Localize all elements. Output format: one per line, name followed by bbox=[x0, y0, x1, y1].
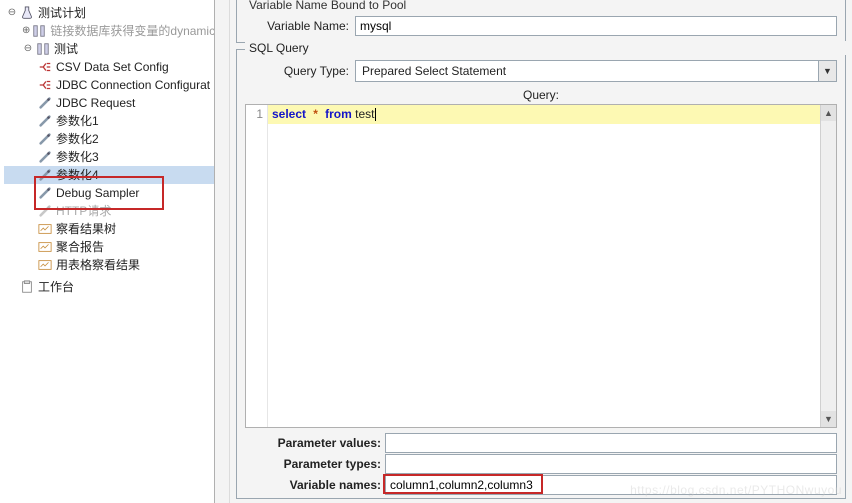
tree-item[interactable]: Debug Sampler bbox=[4, 184, 214, 202]
tree-item[interactable]: JDBC Request bbox=[4, 94, 214, 112]
pool-legend: Variable Name Bound to Pool bbox=[245, 0, 410, 12]
clipboard-icon bbox=[20, 280, 34, 294]
scroll-track[interactable] bbox=[821, 121, 836, 411]
sampler-icon bbox=[38, 150, 52, 164]
tree-item-label: 测试 bbox=[54, 40, 78, 58]
tree-item-selected[interactable]: 参数化4 bbox=[4, 166, 214, 184]
sql-query-fieldset: SQL Query Query Type: Prepared Select St… bbox=[236, 49, 846, 499]
tree-root[interactable]: ⊖ 测试计划 bbox=[4, 4, 214, 22]
chevron-down-icon[interactable]: ▼ bbox=[818, 61, 836, 81]
tree-root-label: 测试计划 bbox=[38, 4, 86, 22]
sampler-icon bbox=[38, 96, 52, 110]
tree-item-label: 参数化4 bbox=[56, 166, 99, 184]
query-type-value: Prepared Select Statement bbox=[356, 64, 818, 78]
tree-workbench-label: 工作台 bbox=[38, 278, 74, 296]
app-root: ⊖ 测试计划 ⊕ 链接数据库获得变量的dynamic ⊖ 测试 CSV Data… bbox=[0, 0, 852, 503]
sql-editor[interactable]: 1 select * from test ▲ ▼ bbox=[245, 104, 837, 428]
tree-item-label: 参数化1 bbox=[56, 112, 99, 130]
listener-icon bbox=[38, 222, 52, 236]
sampler-icon bbox=[38, 132, 52, 146]
var-names-input[interactable] bbox=[385, 475, 837, 495]
code-op-star: * bbox=[313, 107, 318, 121]
bottom-fields: Parameter values: Parameter types: Varia… bbox=[237, 428, 845, 498]
tree-item[interactable]: JDBC Connection Configurat bbox=[4, 76, 214, 94]
tree-item-disabled[interactable]: HTTP请求 bbox=[4, 202, 214, 220]
code-text: test bbox=[352, 107, 375, 121]
tree-item-label: 参数化2 bbox=[56, 130, 99, 148]
listener-icon bbox=[38, 258, 52, 272]
tree-item[interactable]: 察看结果树 bbox=[4, 220, 214, 238]
tree-item[interactable]: 用表格察看结果 bbox=[4, 256, 214, 274]
right-body: Variable Name Bound to Pool Variable Nam… bbox=[230, 0, 852, 503]
scroll-up-icon[interactable]: ▲ bbox=[821, 105, 836, 121]
sql-legend: SQL Query bbox=[245, 41, 852, 55]
sampler-icon bbox=[38, 114, 52, 128]
tree-item-label: JDBC Request bbox=[56, 94, 135, 112]
threads-icon bbox=[36, 42, 50, 56]
gutter-line-1: 1 bbox=[246, 107, 263, 121]
listener-icon bbox=[38, 240, 52, 254]
toggle-icon[interactable]: ⊖ bbox=[6, 4, 18, 22]
tree-item-label: 用表格察看结果 bbox=[56, 256, 140, 274]
right-panel: Variable Name Bound to Pool Variable Nam… bbox=[229, 0, 852, 503]
tree-wrap: ⊖ 测试计划 ⊕ 链接数据库获得变量的dynamic ⊖ 测试 CSV Data… bbox=[4, 4, 214, 296]
vertical-scrollbar[interactable] bbox=[215, 0, 229, 503]
param-types-label: Parameter types: bbox=[245, 457, 385, 471]
tree-item[interactable]: CSV Data Set Config bbox=[4, 58, 214, 76]
config-icon bbox=[38, 60, 52, 74]
scroll-down-icon[interactable]: ▼ bbox=[821, 411, 836, 427]
pool-name-input[interactable] bbox=[355, 16, 837, 36]
right-main: Variable Name Bound to Pool Variable Nam… bbox=[230, 0, 852, 503]
tree-item[interactable]: 参数化2 bbox=[4, 130, 214, 148]
tree-item[interactable]: 参数化3 bbox=[4, 148, 214, 166]
threads-icon bbox=[32, 24, 46, 38]
tree-item-label: 参数化3 bbox=[56, 148, 99, 166]
sampler-icon bbox=[38, 168, 52, 182]
var-names-label: Variable names: bbox=[245, 478, 385, 492]
flask-icon bbox=[20, 6, 34, 20]
sampler-icon bbox=[38, 186, 52, 200]
tree-item-label: JDBC Connection Configurat bbox=[56, 76, 210, 94]
editor-scrollbar[interactable]: ▲ ▼ bbox=[820, 105, 836, 427]
param-types-input[interactable] bbox=[385, 454, 837, 474]
tree-item-label: 链接数据库获得变量的dynamic bbox=[50, 22, 215, 40]
tree-item-label: 察看结果树 bbox=[56, 220, 116, 238]
tree-item[interactable]: ⊕ 链接数据库获得变量的dynamic bbox=[4, 22, 214, 40]
code-line-1: select * from test bbox=[268, 105, 820, 124]
pool-fieldset: Variable Name Bound to Pool Variable Nam… bbox=[236, 0, 846, 43]
pool-name-label: Variable Name: bbox=[245, 19, 355, 33]
toggle-icon[interactable]: ⊖ bbox=[22, 40, 34, 58]
code-kw-select: select bbox=[272, 107, 306, 121]
query-type-label: Query Type: bbox=[245, 64, 355, 78]
tree-item-label: HTTP请求 bbox=[56, 202, 111, 220]
tree-item[interactable]: ⊖ 测试 bbox=[4, 40, 214, 58]
tree-panel: ⊖ 测试计划 ⊕ 链接数据库获得变量的dynamic ⊖ 测试 CSV Data… bbox=[0, 0, 215, 503]
tree-item-label: Debug Sampler bbox=[56, 184, 139, 202]
editor-gutter: 1 bbox=[246, 105, 268, 427]
toggle-icon[interactable]: ⊕ bbox=[22, 22, 30, 40]
tree-item[interactable]: 聚合报告 bbox=[4, 238, 214, 256]
query-editor-label: Query: bbox=[237, 88, 845, 102]
param-values-label: Parameter values: bbox=[245, 436, 385, 450]
param-values-input[interactable] bbox=[385, 433, 837, 453]
caret-icon bbox=[375, 108, 376, 121]
tree-item-label: CSV Data Set Config bbox=[56, 58, 169, 76]
config-icon bbox=[38, 78, 52, 92]
code-kw-from: from bbox=[325, 107, 352, 121]
tree-item[interactable]: 参数化1 bbox=[4, 112, 214, 130]
tree-item-label: 聚合报告 bbox=[56, 238, 104, 256]
tree-workbench[interactable]: 工作台 bbox=[4, 278, 214, 296]
sampler-icon bbox=[38, 204, 52, 218]
editor-code-area[interactable]: select * from test bbox=[268, 105, 820, 427]
query-type-dropdown[interactable]: Prepared Select Statement ▼ bbox=[355, 60, 837, 82]
